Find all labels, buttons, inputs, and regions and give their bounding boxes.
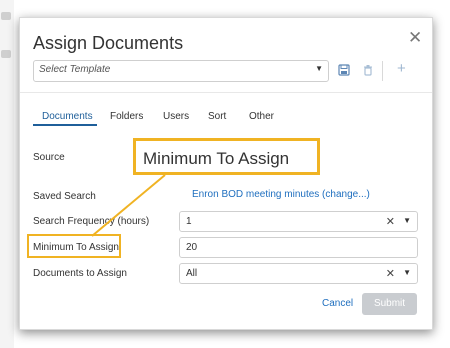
callout-text: Minimum To Assign [143, 149, 290, 168]
minimum-to-assign-highlight [27, 234, 121, 258]
callout-box: Minimum To Assign [133, 138, 320, 175]
